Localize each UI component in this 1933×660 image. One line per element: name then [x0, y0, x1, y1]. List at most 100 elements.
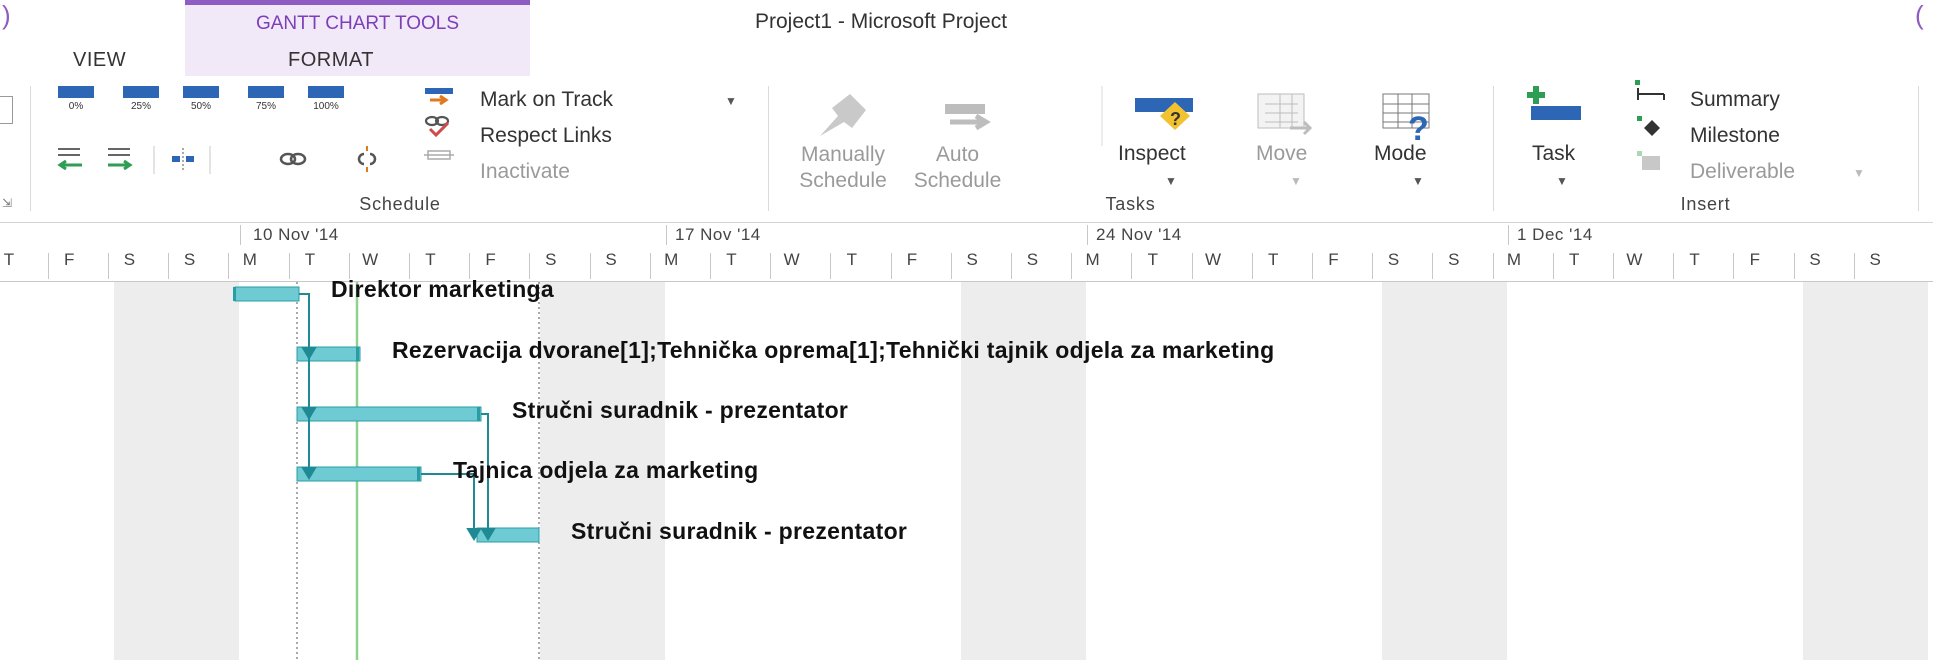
day-divider: [1612, 253, 1614, 279]
day-divider: [288, 253, 290, 279]
manually-schedule-button[interactable]: Manually Schedule: [788, 142, 898, 194]
auto-schedule-icon: [945, 104, 991, 131]
separator: [768, 86, 769, 211]
day-divider: [1191, 253, 1193, 279]
timescale-day: W: [362, 250, 379, 269]
deliverable-icon: [1637, 151, 1660, 170]
timescale-day: T: [1267, 250, 1279, 269]
week-divider: [1508, 225, 1509, 245]
insert-task-dropdown-icon[interactable]: ▼: [1556, 174, 1568, 188]
split-task-icon: [172, 148, 194, 170]
task-bar: [296, 406, 482, 422]
timescale-day: W: [1204, 250, 1222, 269]
svg-text:?: ?: [1170, 109, 1181, 129]
timescale-day: T: [1147, 250, 1158, 269]
timescale-day: M: [1506, 250, 1522, 269]
day-divider: [709, 253, 711, 279]
group-label-insert: Insert: [1680, 194, 1731, 214]
mark-on-track-dropdown-icon[interactable]: ▼: [725, 94, 737, 108]
day-divider: [168, 253, 170, 279]
timescale-day: T: [726, 250, 737, 269]
separator: [1918, 86, 1919, 211]
tab-view[interactable]: VIEW: [73, 49, 126, 72]
timescale-day: F: [485, 250, 496, 269]
timescale-week: 1 Dec '14: [1517, 225, 1593, 244]
day-divider: [1793, 253, 1795, 279]
timescale-day: T: [425, 250, 436, 269]
timescale-day: T: [3, 250, 15, 269]
respect-links-button[interactable]: Respect Links: [480, 124, 612, 148]
insert-summary-button[interactable]: Summary: [1690, 88, 1780, 112]
mode-dropdown-icon[interactable]: ▼: [1412, 174, 1424, 188]
title-bar: ) GANTT CHART TOOLS Project1 - Microsoft…: [0, 0, 1933, 44]
day-divider: [1673, 253, 1675, 279]
timescale-day: S: [1026, 250, 1039, 269]
insert-task-button[interactable]: Task: [1532, 142, 1575, 166]
timescale-day: S: [1448, 250, 1460, 269]
insert-small-icons: [1635, 80, 1665, 170]
task-resource-label: Rezervacija dvorane[1];Tehnička oprema[1…: [392, 337, 1275, 363]
mode-button[interactable]: Mode: [1374, 142, 1427, 166]
tasks-right-icons: ? ?: [1135, 93, 1430, 146]
contextual-tab-group: GANTT CHART TOOLS: [185, 0, 530, 44]
insert-deliverable-button[interactable]: Deliverable: [1690, 160, 1795, 184]
day-divider: [228, 253, 230, 279]
timescale-day: T: [304, 250, 316, 269]
day-divider: [47, 253, 49, 279]
timescale-day: F: [1749, 250, 1760, 269]
week-divider: [240, 225, 241, 245]
inactivate-button[interactable]: Inactivate: [480, 160, 570, 184]
link-tasks-icon: [279, 152, 307, 166]
task-resource-label: Direktor marketinga: [331, 276, 554, 302]
deliverable-dropdown-icon[interactable]: ▼: [1853, 166, 1865, 180]
mark-on-track-button[interactable]: Mark on Track: [480, 88, 613, 112]
timescale-week: 10 Nov '14: [253, 225, 339, 244]
schedule-command-icons: [424, 88, 454, 160]
pushpin-icon: [820, 94, 866, 136]
inspect-dropdown-icon[interactable]: ▼: [1165, 174, 1177, 188]
summary-icon: [1635, 80, 1665, 100]
task-resource-label: Tajnica odjela za marketing: [453, 457, 759, 483]
tab-format[interactable]: FORMAT: [288, 49, 374, 72]
group-label-schedule: Schedule: [359, 194, 441, 214]
insert-milestone-button[interactable]: Milestone: [1690, 124, 1780, 148]
timescale-day: M: [664, 250, 679, 269]
indent-icon: [108, 148, 133, 171]
window-title: Project1 - Microsoft Project: [755, 10, 1008, 33]
outdent-icon: [57, 148, 82, 171]
day-divider: [589, 253, 591, 279]
move-button[interactable]: Move: [1256, 142, 1307, 166]
move-dropdown-icon[interactable]: ▼: [1290, 174, 1302, 188]
timescale-day: M: [1085, 250, 1100, 269]
task-resource-label: Stručni suradnik - prezentator: [571, 518, 908, 544]
day-divider: [649, 253, 651, 279]
timescale-day: W: [1626, 250, 1643, 269]
svg-text:?: ?: [1408, 110, 1429, 146]
inspect-button[interactable]: Inspect: [1118, 142, 1186, 166]
respect-links-icon: [424, 115, 450, 138]
auto-schedule-button[interactable]: Auto Schedule: [895, 142, 1020, 194]
day-divider: [1432, 253, 1434, 279]
day-divider: [890, 253, 892, 279]
week-divider: [1087, 225, 1088, 245]
timescale-day: W: [783, 250, 800, 269]
tasks-group-icons: [820, 86, 1103, 146]
gantt-chart[interactable]: Direktor marketinga Rezervacija dvorane[…: [0, 276, 1933, 660]
window-corner-right: (: [1915, 0, 1924, 30]
timescale-day: S: [183, 250, 196, 269]
timescale-day: T: [846, 250, 857, 269]
insert-task-icon: [1527, 86, 1581, 120]
timescale-day: S: [123, 250, 136, 269]
timescale-day: S: [1869, 250, 1881, 269]
ribbon: ⇲ 0% 25% 50% 75% 100% Mark on Track ▼ Re…: [0, 76, 1933, 223]
day-divider: [1071, 253, 1073, 279]
timescale-day: S: [1387, 250, 1400, 269]
task-resource-label: Stručni suradnik - prezentator: [512, 397, 849, 423]
week-divider: [666, 225, 667, 245]
timescale-day: T: [1568, 250, 1580, 269]
milestone-icon: [1637, 116, 1660, 136]
mode-icon: ?: [1382, 93, 1430, 146]
day-divider: [1311, 253, 1313, 279]
task-bar: [233, 286, 300, 302]
day-divider: [1251, 253, 1253, 279]
